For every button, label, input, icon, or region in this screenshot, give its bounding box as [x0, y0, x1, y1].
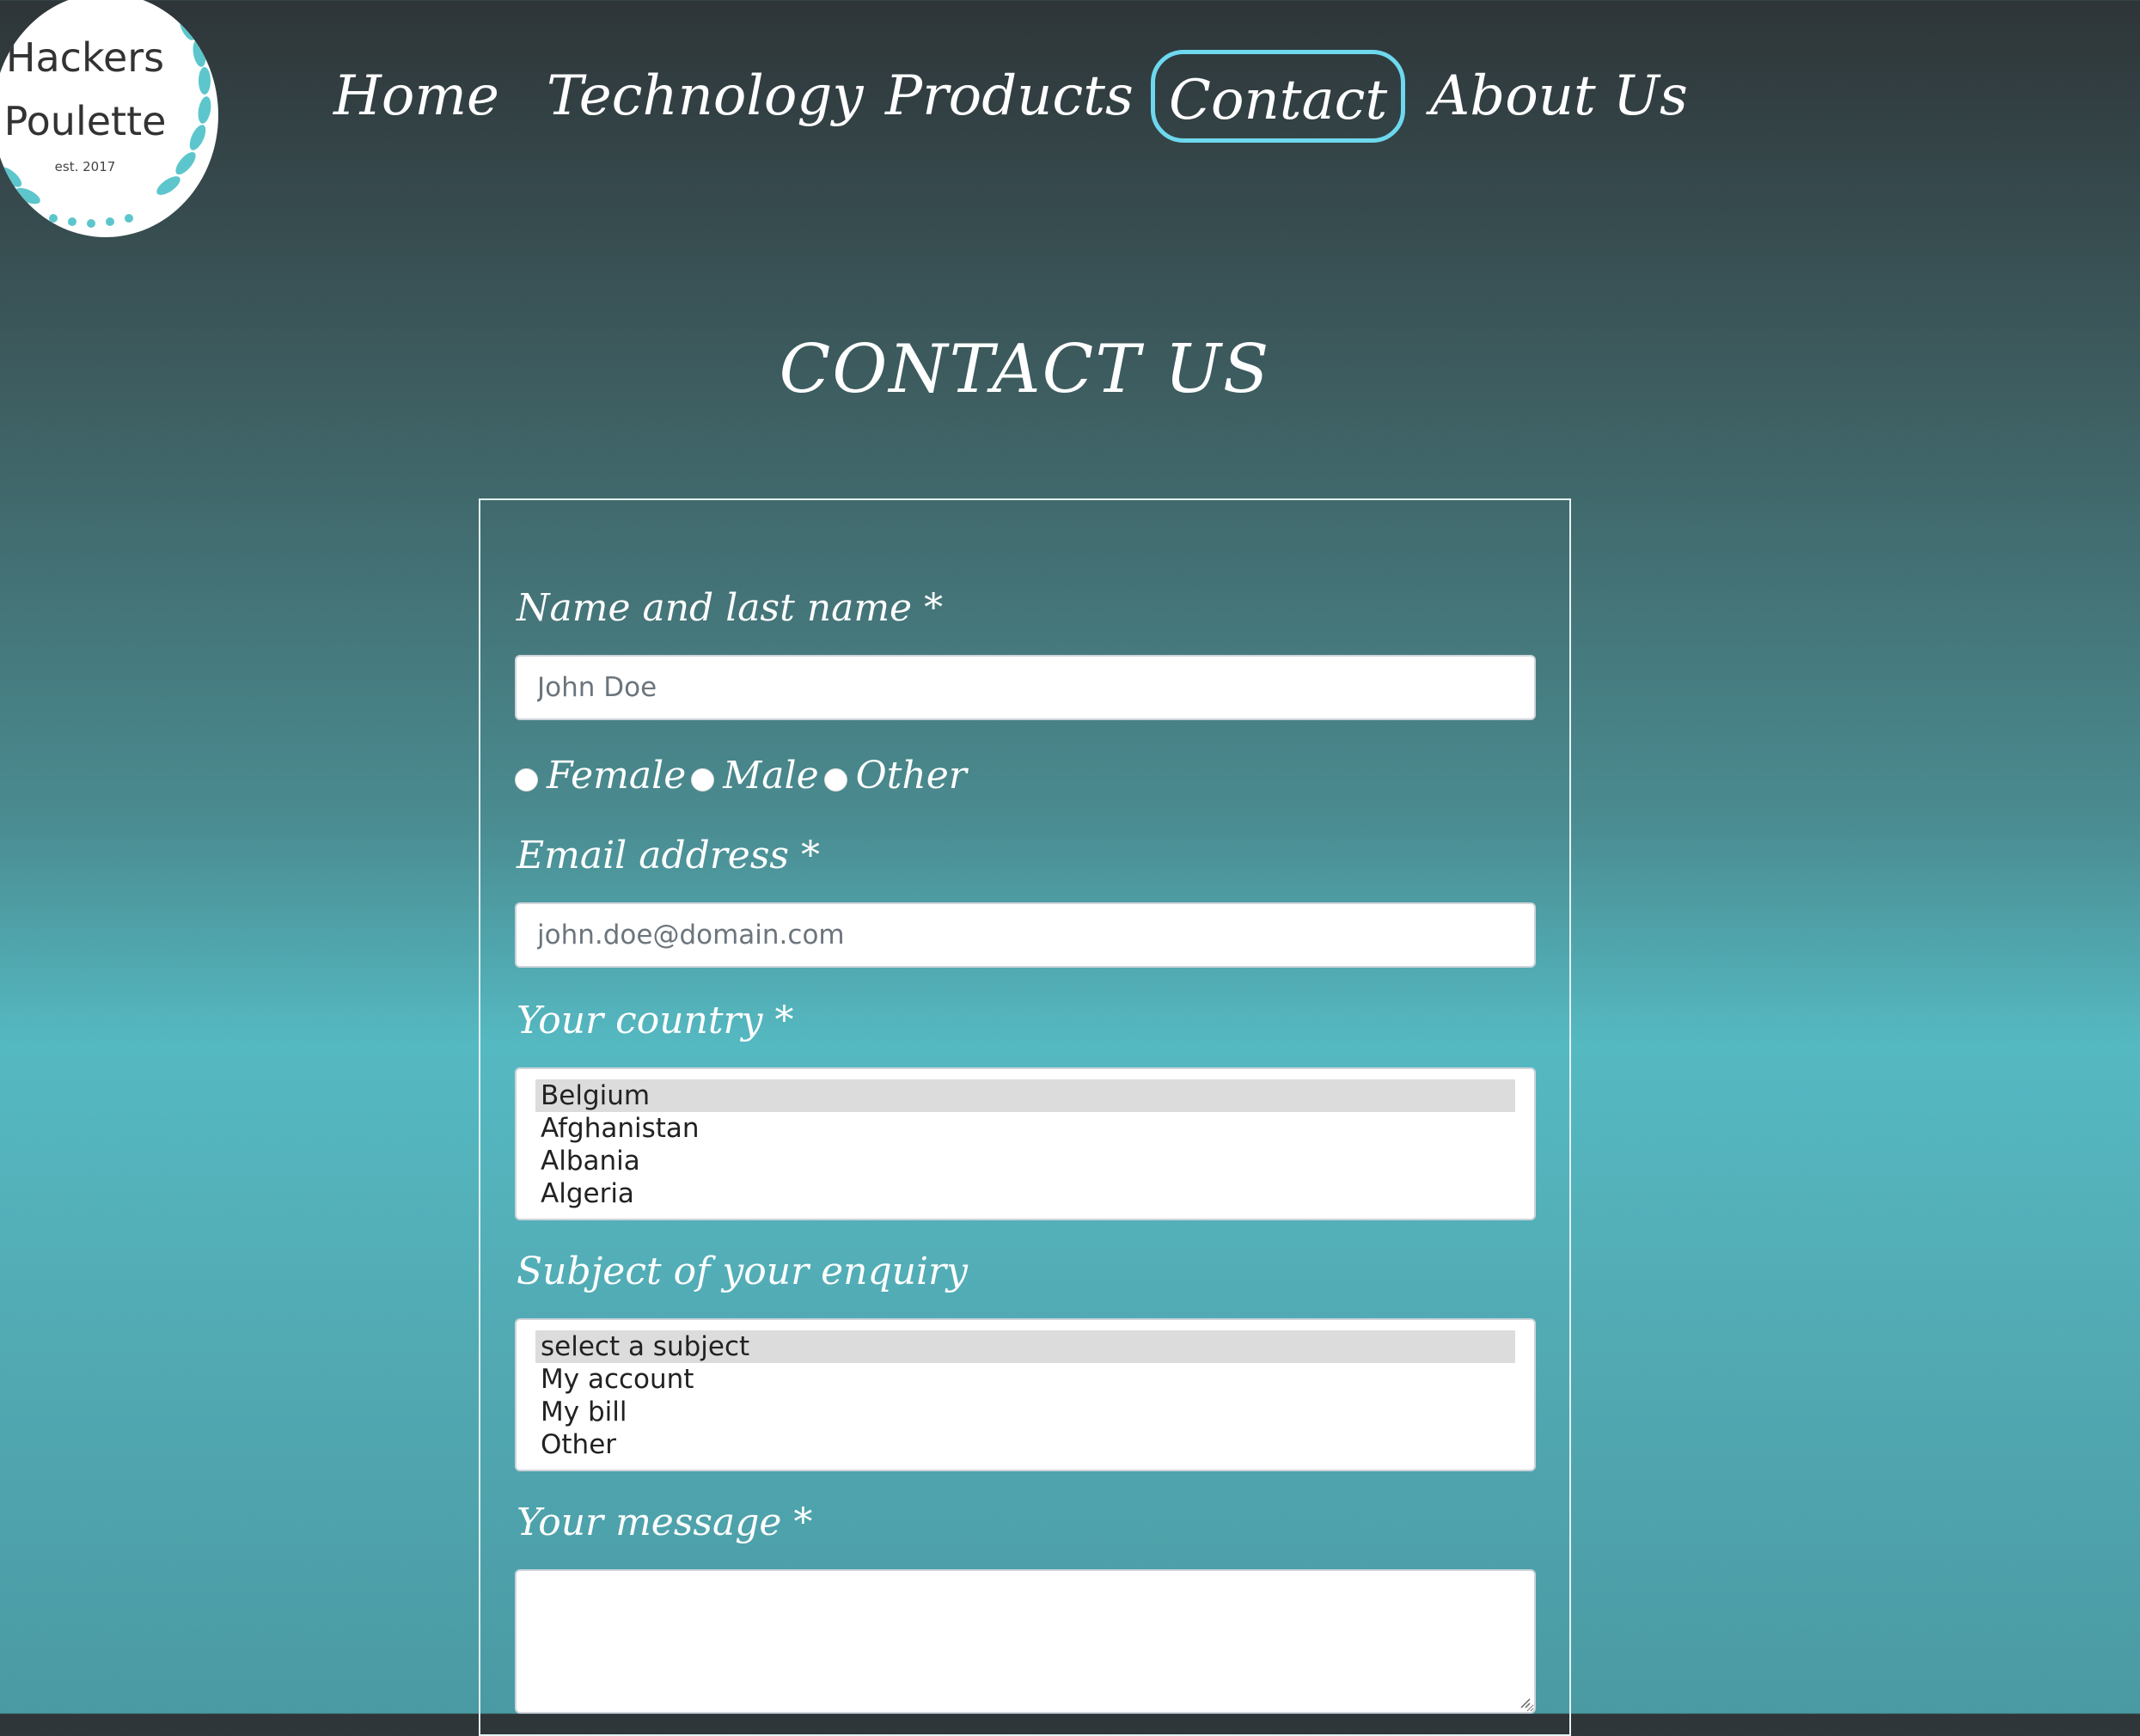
country-option[interactable]: Afghanistan [535, 1112, 1515, 1145]
nav-technology[interactable]: Technology [547, 50, 864, 143]
name-input[interactable] [515, 655, 1536, 720]
radio-other[interactable] [823, 767, 847, 792]
radio-other-label: Other [855, 753, 967, 798]
name-label: Name and last name * [517, 586, 944, 630]
country-option[interactable]: Algeria [535, 1177, 1515, 1210]
message-label: Your message * [517, 1501, 813, 1544]
country-select[interactable]: Belgium Afghanistan Albania Algeria [515, 1067, 1536, 1220]
message-textarea[interactable] [515, 1569, 1536, 1714]
gender-radio-group: Female Male Other [515, 749, 972, 801]
email-input[interactable] [515, 902, 1536, 968]
country-option[interactable]: Belgium [535, 1079, 1515, 1112]
radio-male-label: Male [723, 753, 819, 798]
subject-option[interactable]: My account [535, 1363, 1515, 1396]
resize-grip-icon[interactable] [1519, 1696, 1531, 1708]
contact-form: Name and last name * Female Male Other E… [479, 498, 1571, 1736]
nav-products[interactable]: Products [885, 50, 1134, 143]
page-title: CONTACT US [779, 331, 1271, 408]
country-label: Your country * [517, 999, 794, 1042]
radio-female-label: Female [547, 753, 687, 798]
radio-female[interactable] [515, 767, 538, 792]
main-nav: Home Technology Products Contact About U… [0, 0, 2140, 198]
email-label: Email address * [517, 834, 820, 877]
subject-option[interactable]: select a subject [535, 1330, 1515, 1363]
nav-contact[interactable]: Contact [1151, 50, 1406, 143]
subject-label: Subject of your enquiry [517, 1250, 968, 1293]
subject-select[interactable]: select a subject My account My bill Othe… [515, 1318, 1536, 1471]
radio-male[interactable] [691, 767, 715, 792]
message-wrapper [515, 1569, 1536, 1714]
subject-option[interactable]: Other [535, 1428, 1515, 1461]
subject-option[interactable]: My bill [535, 1396, 1515, 1428]
nav-home[interactable]: Home [333, 50, 499, 143]
country-option[interactable]: Albania [535, 1145, 1515, 1177]
nav-about-us[interactable]: About Us [1430, 50, 1688, 143]
